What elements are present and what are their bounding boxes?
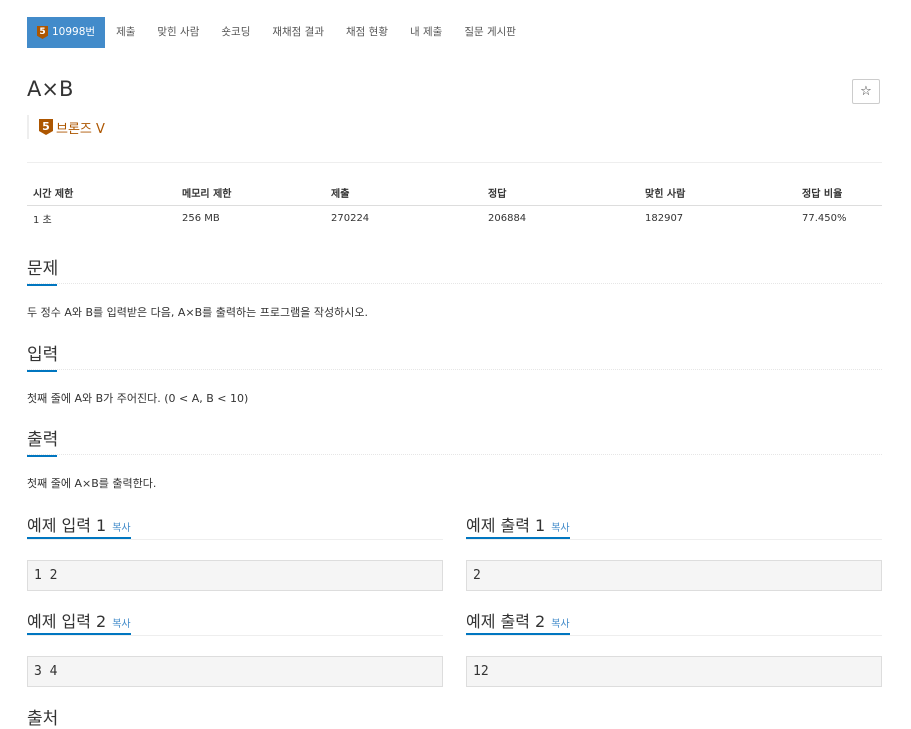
section-underline — [27, 455, 57, 457]
section-output-title: 출력 — [27, 425, 59, 457]
tab-solved-users[interactable]: 맞힌 사람 — [146, 17, 210, 48]
sample-divider — [27, 539, 443, 540]
header-submissions: 제출 — [325, 180, 482, 206]
tab-submit[interactable]: 제출 — [105, 17, 146, 48]
tab-my-submissions[interactable]: 내 제출 — [399, 17, 453, 48]
tab-problem[interactable]: 5 10998번 — [27, 17, 106, 48]
header-accept-ratio: 정답 비율 — [796, 180, 882, 206]
sample-output-2-header: 예제 출력 2 복사 — [466, 608, 570, 632]
tab-short-coding[interactable]: 숏코딩 — [210, 17, 261, 48]
section-underline — [27, 284, 57, 286]
output-text: 첫째 줄에 A×B를 출력한다. — [27, 477, 157, 490]
problem-info-table: 시간 제한 메모리 제한 제출 정답 맞힌 사람 정답 비율 1 초 256 M… — [27, 180, 882, 231]
problem-tier: 5 브론즈 V — [27, 115, 105, 139]
sample-divider — [466, 539, 882, 540]
section-underline — [27, 370, 57, 372]
sample-input-1-box[interactable]: 1 2 — [27, 560, 443, 591]
sample-input-2-header: 예제 입력 2 복사 — [27, 608, 131, 632]
tier-label[interactable]: 브론즈 V — [56, 118, 105, 137]
sample-output-1-box[interactable]: 2 — [466, 560, 882, 591]
cell-time-limit: 1 초 — [33, 215, 52, 226]
sample-output-2-box[interactable]: 12 — [466, 656, 882, 687]
sample-input-2-box[interactable]: 3 4 — [27, 656, 443, 687]
cell-submissions: 270224 — [331, 213, 370, 224]
cell-accept-ratio: 77.450% — [802, 213, 847, 224]
section-description-title: 문제 — [27, 254, 59, 286]
section-divider — [27, 369, 882, 370]
problem-title: A×B — [27, 77, 74, 101]
copy-sample-input-1-button[interactable]: 복사 — [112, 519, 130, 534]
header-memory-limit: 메모리 제한 — [176, 180, 325, 206]
star-outline-icon: ☆ — [860, 84, 872, 99]
table-header-row: 시간 제한 메모리 제한 제출 정답 맞힌 사람 정답 비율 — [27, 180, 882, 206]
favorite-button[interactable]: ☆ — [852, 79, 880, 104]
section-output-label: 출력 — [27, 430, 59, 450]
header-solved-users: 맞힌 사람 — [639, 180, 796, 206]
sample-output-1-header: 예제 출력 1 복사 — [466, 512, 570, 536]
tab-qna-board[interactable]: 질문 게시판 — [453, 17, 527, 48]
problem-nav: 5 10998번 제출 맞힌 사람 숏코딩 재채점 결과 채점 현황 내 제출 … — [27, 17, 527, 48]
sample-input-1-title: 예제 입력 1 — [27, 516, 107, 535]
input-text: 첫째 줄에 A와 B가 주어진다. (0 < A, B < 10) — [27, 392, 249, 405]
divider — [27, 162, 882, 163]
problem-page: 5 10998번 제출 맞힌 사람 숏코딩 재채점 결과 채점 현황 내 제출 … — [0, 0, 911, 729]
sample-input-2-title: 예제 입력 2 — [27, 612, 107, 631]
header-time-limit: 시간 제한 — [27, 180, 176, 206]
sample-divider — [466, 635, 882, 636]
sample-output-1-title: 예제 출력 1 — [466, 516, 546, 535]
header-accepted: 정답 — [482, 180, 639, 206]
section-source-title: 출처 — [27, 709, 59, 729]
table-row: 1 초 256 MB 270224 206884 182907 77.450% — [27, 206, 882, 232]
sample-output-2-title: 예제 출력 2 — [466, 612, 546, 631]
cell-solved-users: 182907 — [645, 213, 684, 224]
section-divider — [27, 283, 882, 284]
tab-status[interactable]: 채점 현황 — [335, 17, 399, 48]
bronze-tier-icon: 5 — [39, 119, 53, 135]
bronze-tier-icon: 5 — [37, 26, 48, 39]
sample-input-1-header: 예제 입력 1 복사 — [27, 512, 131, 536]
cell-accepted: 206884 — [488, 213, 527, 224]
section-input-label: 입력 — [27, 345, 59, 365]
copy-sample-output-2-button[interactable]: 복사 — [551, 615, 569, 630]
sample-divider — [27, 635, 443, 636]
copy-sample-input-2-button[interactable]: 복사 — [112, 615, 130, 630]
cell-memory-limit: 256 MB — [182, 213, 220, 224]
copy-sample-output-1-button[interactable]: 복사 — [551, 519, 569, 534]
section-divider — [27, 454, 882, 455]
section-description-label: 문제 — [27, 259, 59, 279]
section-input-title: 입력 — [27, 340, 59, 372]
tab-rejudge-results[interactable]: 재채점 결과 — [261, 17, 335, 48]
tab-problem-label: 10998번 — [52, 26, 96, 38]
description-text: 두 정수 A와 B를 입력받은 다음, A×B를 출력하는 프로그램을 작성하시… — [27, 306, 368, 319]
